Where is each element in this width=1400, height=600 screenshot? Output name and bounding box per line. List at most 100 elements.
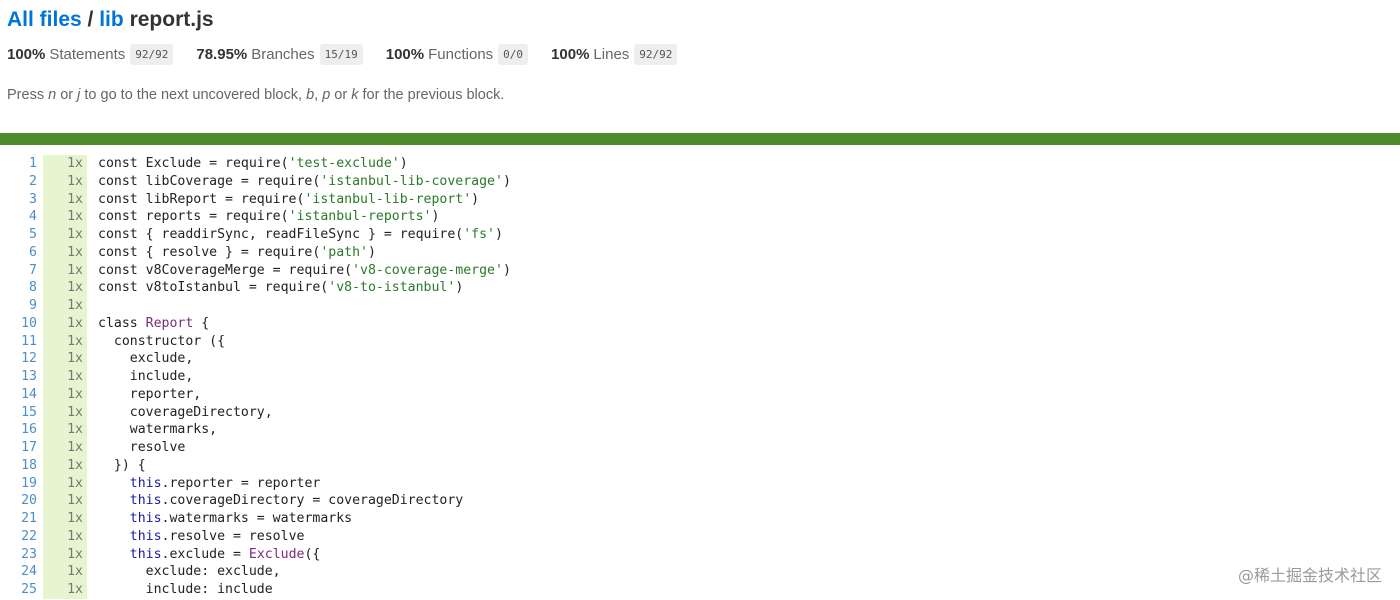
metric-percent: 100% [7,45,46,63]
line-hit-count: 1x [43,403,87,422]
breadcrumb-all-files-link[interactable]: All files [7,8,82,31]
code-token: { resolve } = require( [145,244,321,260]
code-line: 19 1x this.reporter = reporter [0,474,1400,493]
code-token: const [98,191,146,207]
breadcrumb-separator: / [81,8,100,31]
coverage-summary: 100% Statements 92/92 78.95% Branches 15… [7,43,1400,65]
code-line: 18 1x }) { [0,456,1400,475]
code-token: resolve [98,440,186,455]
code-line: 11 1x constructor ({ [0,332,1400,351]
code-token: ) [471,191,480,207]
code-line: 15 1x coverageDirectory, [0,403,1400,422]
line-number-link[interactable]: 18 [0,457,37,475]
line-number-link[interactable]: 8 [0,279,37,297]
code-token: constructor ({ [98,333,226,349]
line-hit-count: 1x [43,172,87,191]
code-line: 25 1x include: include [0,581,1400,599]
line-source: include: include [87,581,273,599]
source-code-view: 1 1x const Exclude = require('test-exclude… [0,155,1400,599]
line-hit-count: 1x [43,243,87,262]
line-number-link[interactable]: 5 [0,226,37,244]
code-line: 1 1x const Exclude = require('test-exclude… [0,155,1400,173]
line-number-link[interactable]: 20 [0,492,37,510]
line-hit-count: 1x [43,226,87,244]
code-token: .coverageDirectory = coverageDirectory [161,493,464,509]
keyboard-hint: Press n or j to go to the next uncovered… [7,87,1400,103]
line-hit-count: 1x [43,510,87,528]
line-source: this.resolve = resolve [87,528,305,546]
line-number-link[interactable]: 10 [0,315,37,333]
code-token: this [129,511,162,526]
line-number-link[interactable]: 19 [0,475,37,493]
line-hit-count: 1x [43,368,87,386]
line-hit-count: 1x [43,208,87,226]
line-hit-count: 1x [43,261,87,280]
line-source [87,297,98,315]
line-number-link[interactable]: 3 [0,191,37,209]
code-token: 'v8-coverage-merge' [352,262,503,278]
metric-label: Lines [593,45,630,63]
code-token: ) [502,262,511,278]
line-number-link[interactable]: 1 [0,155,37,173]
code-token: const [98,156,146,171]
line-source: class Report { [87,315,209,333]
line-hit-count: 1x [43,474,87,493]
line-hit-count: 1x [43,545,87,564]
line-number-link[interactable]: 24 [0,563,37,581]
line-hit-count: 1x [43,581,87,599]
line-number-link[interactable]: 11 [0,333,37,351]
code-line: 17 1x resolve [0,439,1400,457]
line-number-link[interactable]: 6 [0,244,37,262]
line-hit-count: 1x [43,421,87,439]
line-number-link[interactable]: 12 [0,350,37,368]
line-number-link[interactable]: 13 [0,368,37,386]
code-token: exclude, [98,351,194,367]
breadcrumb-file: report.js [129,8,214,31]
breadcrumb-lib-link[interactable]: lib [99,8,124,31]
line-number-link[interactable]: 2 [0,173,37,191]
line-hit-count: 1x [43,314,87,333]
code-token: 'istanbul-reports' [288,209,432,225]
line-source: this.coverageDirectory = coverageDirecto… [87,492,463,510]
watermark: @稀土掘金技术社区 [1237,566,1382,585]
line-source: constructor ({ [87,333,225,351]
code-token: reports = require( [145,209,289,225]
code-token: this [129,493,162,509]
line-hit-count: 1x [43,563,87,581]
code-token: 'istanbul-lib-coverage' [320,173,503,189]
line-number-link[interactable]: 9 [0,297,37,315]
line-number-link[interactable]: 14 [0,386,37,404]
code-token: ) [399,156,408,171]
code-line: 24 1x exclude: exclude, [0,563,1400,581]
line-number-link[interactable]: 15 [0,404,37,422]
line-number-link[interactable]: 16 [0,421,37,439]
code-token: 'v8-to-istanbul' [328,280,456,296]
line-hit-count: 1x [43,297,87,315]
code-token: Exclude [248,546,305,562]
code-token: const [98,244,146,260]
code-token: const [98,262,146,278]
metric-label: Statements [49,45,126,63]
code-token: v8CoverageMerge = require( [145,262,353,278]
code-line: 20 1x this.coverageDirectory = coverageDi… [0,492,1400,510]
line-number-link[interactable]: 7 [0,262,37,280]
line-hit-count: 1x [43,190,87,209]
line-number-link[interactable]: 21 [0,510,37,528]
line-hit-count: 1x [43,492,87,510]
metric-fraction-badge: 92/92 [634,43,678,65]
code-token: this [129,475,162,491]
line-number-link[interactable]: 22 [0,528,37,546]
code-line: 13 1x include, [0,368,1400,386]
line-number-link[interactable]: 4 [0,208,37,226]
code-line: 8 1x const v8toIstanbul = require('v8-to-i… [0,279,1400,297]
line-number-link[interactable]: 25 [0,581,37,599]
line-source: const v8toIstanbul = require('v8-to-ista… [87,279,463,297]
code-token: exclude: exclude, [98,564,281,580]
line-source: const reports = require('istanbul-report… [87,208,439,226]
line-number-link[interactable]: 17 [0,439,37,457]
code-line: 12 1x exclude, [0,350,1400,368]
line-number-link[interactable]: 23 [0,546,37,564]
metric-fraction-badge: 92/92 [130,43,174,65]
code-token: .reporter = reporter [161,475,321,491]
